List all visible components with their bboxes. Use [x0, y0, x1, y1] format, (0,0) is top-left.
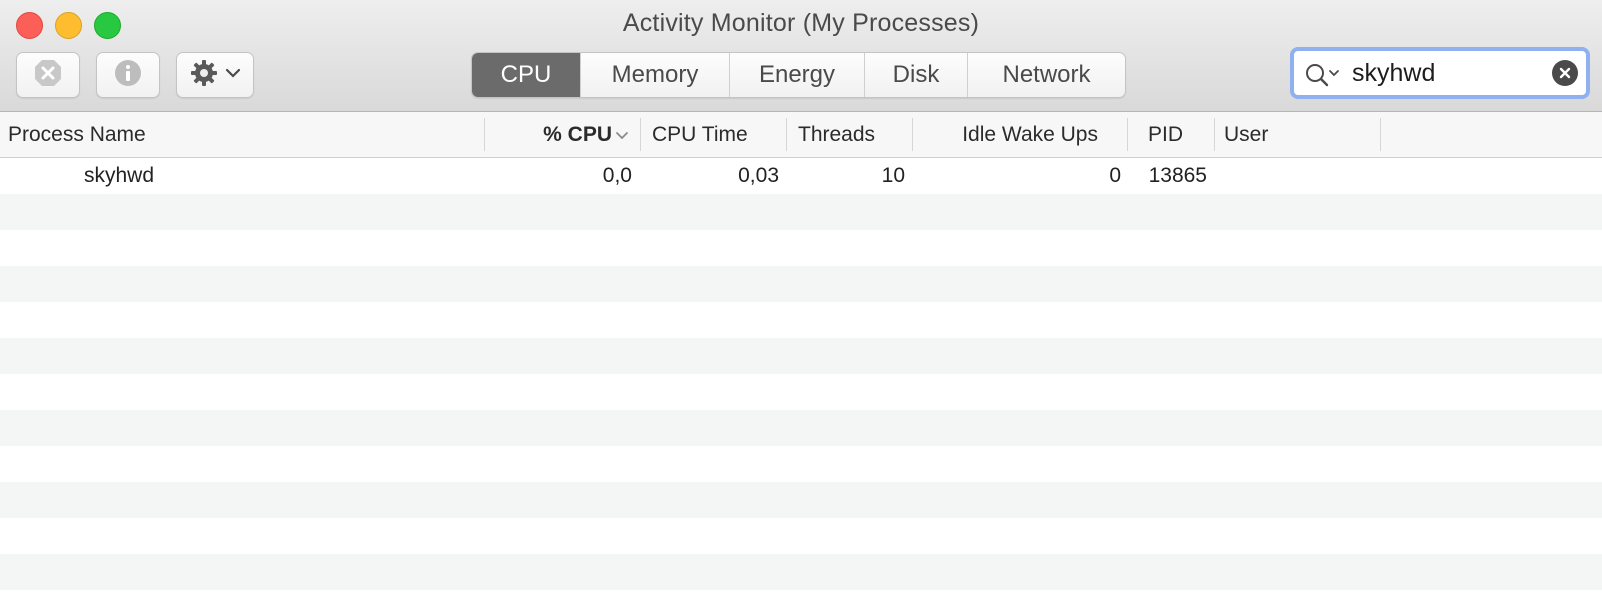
empty-row — [0, 518, 1602, 554]
empty-row — [0, 590, 1602, 610]
column-header-cpu-percent[interactable]: % CPU — [486, 112, 612, 157]
empty-row — [0, 230, 1602, 266]
tab-cpu[interactable]: CPU — [472, 53, 580, 97]
view-tabs: CPU Memory Energy Disk Network — [471, 52, 1126, 98]
empty-row — [0, 482, 1602, 518]
info-icon — [114, 59, 142, 92]
window-title: Activity Monitor (My Processes) — [622, 9, 980, 37]
empty-row — [0, 410, 1602, 446]
clear-search-icon[interactable] — [1552, 60, 1578, 86]
action-menu-button[interactable] — [176, 52, 254, 98]
column-header-cpu-time[interactable]: CPU Time — [652, 112, 782, 157]
search-icon[interactable] — [1304, 61, 1340, 94]
cpu-time-cell: 0,03 — [738, 164, 779, 187]
toolbar: Activity Monitor (My Processes) CPU Memo… — [0, 0, 1602, 112]
search-field[interactable]: skyhwd — [1290, 47, 1590, 99]
sort-descending-icon — [615, 128, 629, 146]
pid-cell: 13865 — [1148, 164, 1207, 187]
process-table: skyhwd 0,0 0,03 10 0 13865 — [0, 158, 1602, 610]
column-header-threads[interactable]: Threads — [798, 112, 908, 157]
empty-row — [0, 446, 1602, 482]
column-header-user[interactable]: User — [1224, 112, 1374, 157]
tab-disk[interactable]: Disk — [864, 53, 967, 97]
chevron-down-icon — [225, 66, 241, 84]
gear-icon — [189, 58, 219, 93]
process-name-cell: skyhwd — [84, 164, 155, 187]
column-header-pid[interactable]: PID — [1148, 112, 1212, 157]
column-header-idle-wake-ups[interactable]: Idle Wake Ups — [914, 112, 1098, 157]
table-header: Process Name % CPU CPU Time Threads Idle… — [0, 112, 1602, 158]
inspect-process-button[interactable] — [96, 52, 160, 98]
tab-energy[interactable]: Energy — [729, 53, 864, 97]
threads-cell: 10 — [881, 164, 905, 187]
stop-icon — [33, 58, 63, 93]
empty-row — [0, 338, 1602, 374]
empty-row — [0, 266, 1602, 302]
stop-process-button[interactable] — [16, 52, 80, 98]
tab-network[interactable]: Network — [967, 53, 1125, 97]
tab-memory[interactable]: Memory — [580, 53, 729, 97]
column-header-process-name[interactable]: Process Name — [8, 112, 478, 157]
empty-row — [0, 554, 1602, 590]
empty-row — [0, 302, 1602, 338]
empty-row — [0, 194, 1602, 230]
search-input[interactable]: skyhwd — [1352, 59, 1435, 88]
activity-monitor-window: Activity Monitor (My Processes) CPU Memo… — [0, 0, 1602, 610]
cpu-percent-cell: 0,0 — [602, 164, 632, 187]
idle-wake-ups-cell: 0 — [1109, 164, 1121, 187]
empty-row — [0, 374, 1602, 410]
table-row[interactable]: skyhwd 0,0 0,03 10 0 13865 — [0, 158, 1602, 194]
